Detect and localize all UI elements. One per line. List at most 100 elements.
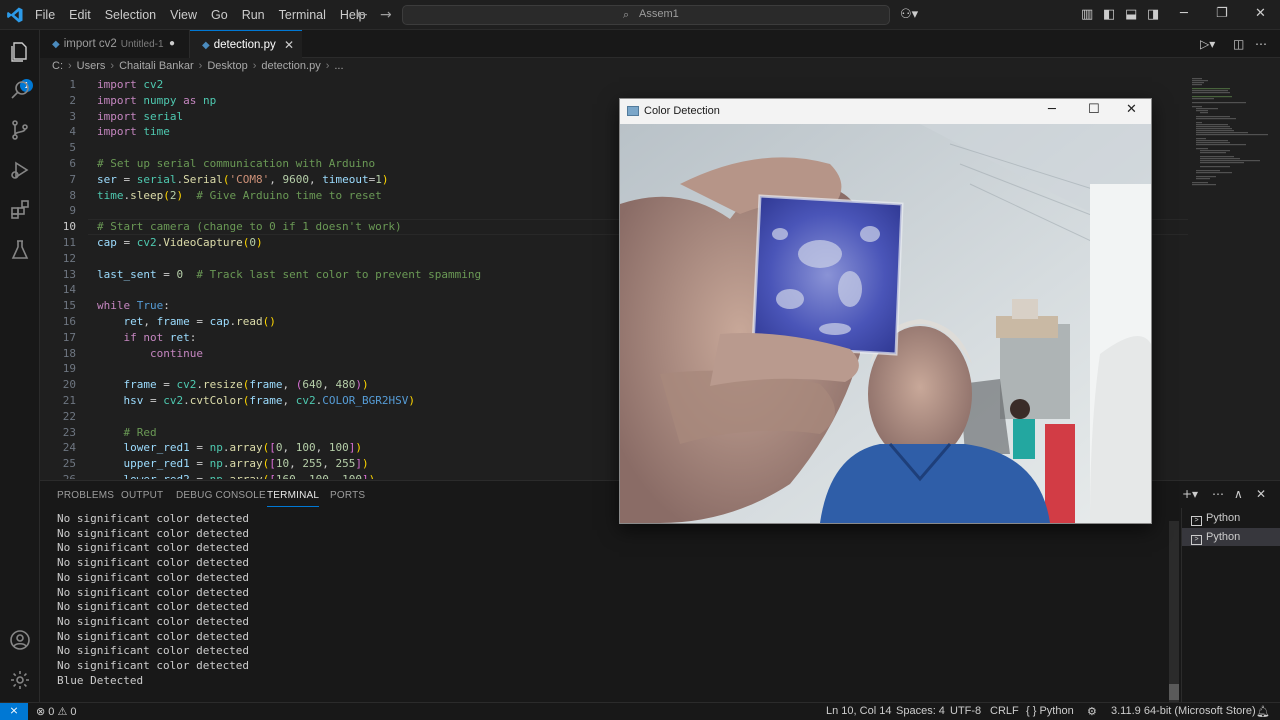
menu-go[interactable]: Go xyxy=(204,0,235,30)
terminal-scrollbar[interactable] xyxy=(1169,521,1179,703)
tab-ports[interactable]: PORTS xyxy=(330,490,365,501)
run-python-icon[interactable]: ▷▾ xyxy=(1200,37,1215,51)
breadcrumb-item[interactable]: C: xyxy=(52,60,63,76)
tab-detection-py[interactable]: ◆ detection.py ✕ xyxy=(190,30,302,58)
python-interpreter[interactable]: 3.11.9 64-bit (Microsoft Store) xyxy=(1111,705,1256,717)
command-center-search[interactable]: ⌕ Assem1 xyxy=(402,5,890,25)
code-line[interactable]: lower_red2 = np.array([160, 100, 100]) xyxy=(97,473,376,479)
problems-status[interactable]: ⊗ 0 ⚠ 0 xyxy=(36,705,77,718)
code-line[interactable]: import serial xyxy=(97,110,183,123)
settings-gear-icon[interactable] xyxy=(8,668,32,692)
code-line[interactable]: import numpy as np xyxy=(97,94,216,107)
code-line[interactable]: frame = cv2.resize(frame, (640, 480)) xyxy=(97,378,369,391)
menu-edit[interactable]: Edit xyxy=(62,0,98,30)
panel-more-icon[interactable]: ⋯ xyxy=(1212,487,1224,501)
breadcrumb-item[interactable]: Chaitali Bankar xyxy=(119,60,194,76)
line-number: 1 xyxy=(69,78,76,91)
new-terminal-icon[interactable]: +▾ xyxy=(1182,487,1198,501)
code-line[interactable]: import time xyxy=(97,125,170,138)
tab-debug-console[interactable]: DEBUG CONSOLE xyxy=(176,490,266,501)
menu-terminal[interactable]: Terminal xyxy=(272,0,333,30)
code-line[interactable]: # Start camera (change to 0 if 1 doesn't… xyxy=(97,220,402,233)
modified-dot-icon[interactable]: ● xyxy=(169,30,175,58)
cv-window-title: Color Detection xyxy=(644,105,720,117)
cv-close-icon[interactable]: ✕ xyxy=(1126,102,1137,117)
search-icon: ⌕ xyxy=(623,8,630,21)
python-env-icon[interactable]: ⚙ xyxy=(1087,705,1097,718)
menu-run[interactable]: Run xyxy=(235,0,272,30)
close-window-icon[interactable]: ✕ xyxy=(1255,6,1266,21)
menu-selection[interactable]: Selection xyxy=(98,0,163,30)
customize-layout-icon[interactable]: ▥ xyxy=(1081,7,1093,22)
copilot-icon[interactable]: ⚇▾ xyxy=(900,7,918,22)
menu-file[interactable]: File xyxy=(28,0,62,30)
cv-window-titlebar[interactable]: Color Detection ─ ☐ ✕ xyxy=(620,99,1151,124)
tab-untitled[interactable]: ◆ import cv2 Untitled-1 ● xyxy=(40,30,190,58)
account-icon[interactable] xyxy=(8,628,32,652)
code-line[interactable]: lower_red1 = np.array([0, 100, 100]) xyxy=(97,441,362,454)
extensions-icon[interactable] xyxy=(8,198,32,222)
code-line[interactable]: import cv2 xyxy=(97,78,163,91)
maximize-panel-icon[interactable]: ∧ xyxy=(1234,487,1243,501)
breadcrumb-item[interactable]: detection.py xyxy=(261,60,320,76)
terminal-icon: > xyxy=(1191,516,1202,526)
tab-label: import cv2 xyxy=(63,38,117,50)
cv-maximize-icon[interactable]: ☐ xyxy=(1088,102,1100,117)
warning-count: 0 xyxy=(70,706,77,718)
notifications-bell-icon[interactable]: 🔔︎ xyxy=(1256,705,1270,718)
breadcrumb: C: › Users › Chaitali Bankar › Desktop › det… xyxy=(52,60,344,76)
code-line[interactable]: # Red xyxy=(97,426,157,439)
code-line[interactable]: time.sleep(2) # Give Arduino time to res… xyxy=(97,189,382,202)
minimize-icon[interactable]: ─ xyxy=(1180,6,1188,21)
terminal-scroll-thumb[interactable] xyxy=(1169,684,1179,700)
terminal-item-python[interactable]: > Python xyxy=(1182,528,1280,546)
tab-problems[interactable]: PROBLEMS xyxy=(57,490,114,501)
run-debug-icon[interactable] xyxy=(8,158,32,182)
cursor-position[interactable]: Ln 10, Col 14 xyxy=(826,705,891,717)
close-tab-icon[interactable]: ✕ xyxy=(284,31,294,59)
close-panel-icon[interactable]: ✕ xyxy=(1256,487,1266,501)
menu-view[interactable]: View xyxy=(163,0,204,30)
tab-output[interactable]: OUTPUT xyxy=(121,490,163,501)
indentation[interactable]: Spaces: 4 xyxy=(896,705,945,717)
more-actions-icon[interactable]: ⋯ xyxy=(1255,37,1267,51)
code-line[interactable]: hsv = cv2.cvtColor(frame, cv2.COLOR_BGR2… xyxy=(97,394,415,407)
tab-terminal[interactable]: TERMINAL xyxy=(267,490,320,507)
search-sidebar-icon[interactable] xyxy=(8,78,32,102)
encoding[interactable]: UTF-8 xyxy=(950,705,981,717)
source-control-icon[interactable] xyxy=(8,118,32,142)
code-line[interactable]: continue xyxy=(97,347,203,360)
color-detection-window[interactable]: Color Detection ─ ☐ ✕ xyxy=(619,98,1152,524)
restore-icon[interactable]: ❐ xyxy=(1216,6,1228,21)
toggle-sidebar-icon[interactable]: ◧ xyxy=(1103,7,1115,22)
cv-minimize-icon[interactable]: ─ xyxy=(1048,102,1056,117)
toggle-panel-icon[interactable]: ⬓ xyxy=(1125,7,1137,22)
forward-arrow-icon[interactable]: → xyxy=(380,7,392,23)
line-number: 16 xyxy=(62,315,76,328)
editor-scrollbar[interactable] xyxy=(1270,76,1280,479)
explorer-icon[interactable] xyxy=(8,40,32,64)
breadcrumb-item[interactable]: Users xyxy=(77,60,106,76)
toggle-secondary-sidebar-icon[interactable]: ◨ xyxy=(1147,7,1159,22)
code-line[interactable]: upper_red1 = np.array([10, 255, 255]) xyxy=(97,457,369,470)
line-number: 17 xyxy=(62,330,76,344)
testing-icon[interactable] xyxy=(8,238,32,262)
terminal-item-python[interactable]: > Python xyxy=(1182,509,1280,527)
minimap[interactable] xyxy=(1190,76,1268,191)
split-editor-icon[interactable]: ◫ xyxy=(1233,37,1244,51)
line-number: 8 xyxy=(69,188,76,202)
code-line[interactable]: last_sent = 0 # Track last sent color to… xyxy=(97,268,481,281)
line-endings[interactable]: CRLF xyxy=(990,705,1019,717)
remote-indicator-icon[interactable]: ⨯ xyxy=(0,703,28,720)
code-line[interactable]: ret, frame = cap.read() xyxy=(97,315,276,328)
breadcrumb-item[interactable]: ... xyxy=(334,60,343,76)
error-count: 0 xyxy=(48,706,55,718)
code-line[interactable]: ser = serial.Serial('COM8', 9600, timeou… xyxy=(97,173,388,186)
code-line[interactable]: if not ret: xyxy=(97,331,197,344)
language-mode[interactable]: { } Python xyxy=(1026,705,1074,717)
code-line[interactable]: cap = cv2.VideoCapture(0) xyxy=(97,236,263,249)
breadcrumb-item[interactable]: Desktop xyxy=(207,60,247,76)
code-line[interactable]: while True: xyxy=(97,299,170,312)
back-arrow-icon[interactable]: ← xyxy=(356,7,368,23)
code-line[interactable]: # Set up serial communication with Ardui… xyxy=(97,157,375,170)
